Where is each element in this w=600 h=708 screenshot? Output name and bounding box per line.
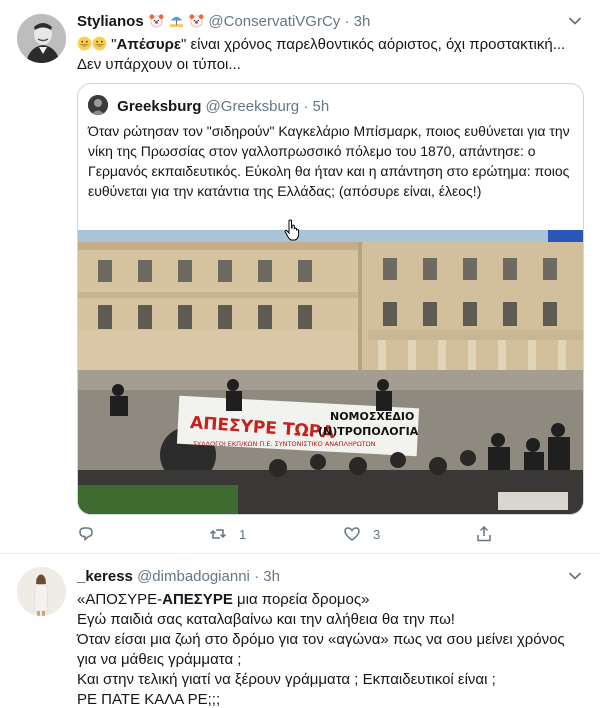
heart-icon — [344, 527, 360, 541]
quoted-avatar — [88, 95, 108, 115]
chevron-down-icon[interactable] — [568, 571, 582, 581]
retweet-action[interactable]: 1 — [209, 525, 246, 543]
portrait-icon — [17, 567, 66, 616]
avatar[interactable] — [17, 14, 66, 63]
tweet-text-line: Όταν είσαι μια ζωή στο δρόμο για τον «αγ… — [77, 631, 565, 668]
author-handle[interactable]: @dimbadogianni — [137, 568, 250, 585]
portrait-icon — [17, 14, 66, 63]
author-name[interactable]: Stylianos — [77, 13, 144, 30]
banner-right-text-2: (Ν)ΤΡΟΠΟΛΟΓΙΑ — [318, 425, 419, 438]
quoted-timestamp[interactable]: 5h — [313, 98, 330, 115]
retweet-count: 1 — [239, 526, 247, 542]
tweet-text-line: «ΑΠΟΣΥΡΕ-ΑΠΕΣΥΡΕ μια πορεία δρομος» — [77, 590, 582, 610]
separator-dot: · — [254, 568, 260, 585]
tweet-text: "Απέσυρε" είναι χρόνος παρελθοντικός αόρ… — [77, 35, 577, 75]
beach-umbrella-icon — [169, 16, 184, 28]
hand-cursor-icon — [284, 219, 300, 241]
highlighted-word: Απέσυρε — [116, 36, 181, 53]
clown-face-icon — [149, 14, 164, 28]
like-action[interactable]: 3 — [343, 525, 380, 543]
tweet-header: Stylianos @ConservatiVGrCy · 3h — [77, 13, 370, 30]
author-emojis — [148, 13, 209, 30]
quoted-author-name[interactable]: Greeksburg — [117, 98, 201, 115]
reply-action[interactable] — [77, 525, 107, 543]
quoted-tweet[interactable]: Greeksburg @Greeksburg · 5h Όταν ρώτησαν… — [77, 83, 584, 515]
separator-dot: · — [303, 98, 309, 115]
separator-dot: · — [344, 13, 350, 30]
tweet[interactable]: Stylianos @ConservatiVGrCy · 3h "Απέσυρε… — [0, 0, 600, 554]
share-action[interactable] — [475, 525, 493, 543]
banner-right-text-1: ΝΟΜΟΣΧΕΔΙΟ — [330, 410, 414, 423]
reply-icon — [79, 527, 93, 542]
retweet-icon — [209, 529, 227, 539]
quoted-tweet-text: Όταν ρώτησαν τον "σιδηρούν" Καγκελάριο Μ… — [88, 123, 570, 199]
tweet[interactable]: _keress @dimbadogianni · 3h «ΑΠΟΣΥΡΕ-ΑΠΕ… — [0, 555, 600, 708]
quoted-author-handle[interactable]: @Greeksburg — [206, 98, 300, 115]
chevron-down-icon[interactable] — [568, 16, 582, 26]
tweet-header: _keress @dimbadogianni · 3h — [77, 568, 280, 585]
clown-face-icon — [189, 14, 204, 28]
tweet-text-line: Εγώ παιδιά σας καταλαβαίνω και την αλήθε… — [77, 611, 455, 628]
tweet-timestamp[interactable]: 3h — [354, 13, 371, 30]
tweet-actions: 1 3 — [77, 525, 577, 545]
protest-photo[interactable]: ΑΠΕΣΥΡΕ ΤΩΡΑ ΝΟΜΟΣΧΕΔΙΟ (Ν)ΤΡΟΠΟΛΟΓΙΑ ΣΥ… — [78, 230, 584, 515]
grinning-face-icon — [92, 36, 107, 51]
author-name[interactable]: _keress — [77, 568, 133, 585]
banner-bottom-text: ΣΥΛΛΟΓΟΙ ΕΚΠ/ΚΩΝ Π.Ε. ΣΥΝΤΟΝΙΣΤΙΚΟ ΑΝΑΠΛ… — [193, 440, 376, 448]
author-handle[interactable]: @ConservatiVGrCy — [208, 13, 340, 30]
profile-icon — [88, 95, 108, 115]
tweet-text-fragment: «ΑΠΟΣΥΡΕ- — [77, 591, 163, 608]
grinning-face-icon — [77, 36, 92, 51]
tweet-text-line: Και στην τελική γιατί να ξέρουν γράμματα… — [77, 671, 496, 688]
like-count: 3 — [373, 526, 381, 542]
avatar[interactable] — [17, 567, 66, 616]
quoted-tweet-header: Greeksburg @Greeksburg · 5h — [88, 95, 329, 115]
tweet-timestamp[interactable]: 3h — [263, 568, 280, 585]
tweet-text-fragment: μια πορεία δρομος» — [232, 591, 370, 608]
tweet-text-line: ΡΕ ΠΑΤΕ ΚΑΛΑ ΡΕ;;; — [77, 691, 221, 708]
highlighted-word: ΑΠΕΣΥΡΕ — [162, 591, 233, 608]
tweet-text: «ΑΠΟΣΥΡΕ-ΑΠΕΣΥΡΕ μια πορεία δρομος» Εγώ … — [77, 590, 582, 708]
share-icon — [477, 525, 491, 542]
